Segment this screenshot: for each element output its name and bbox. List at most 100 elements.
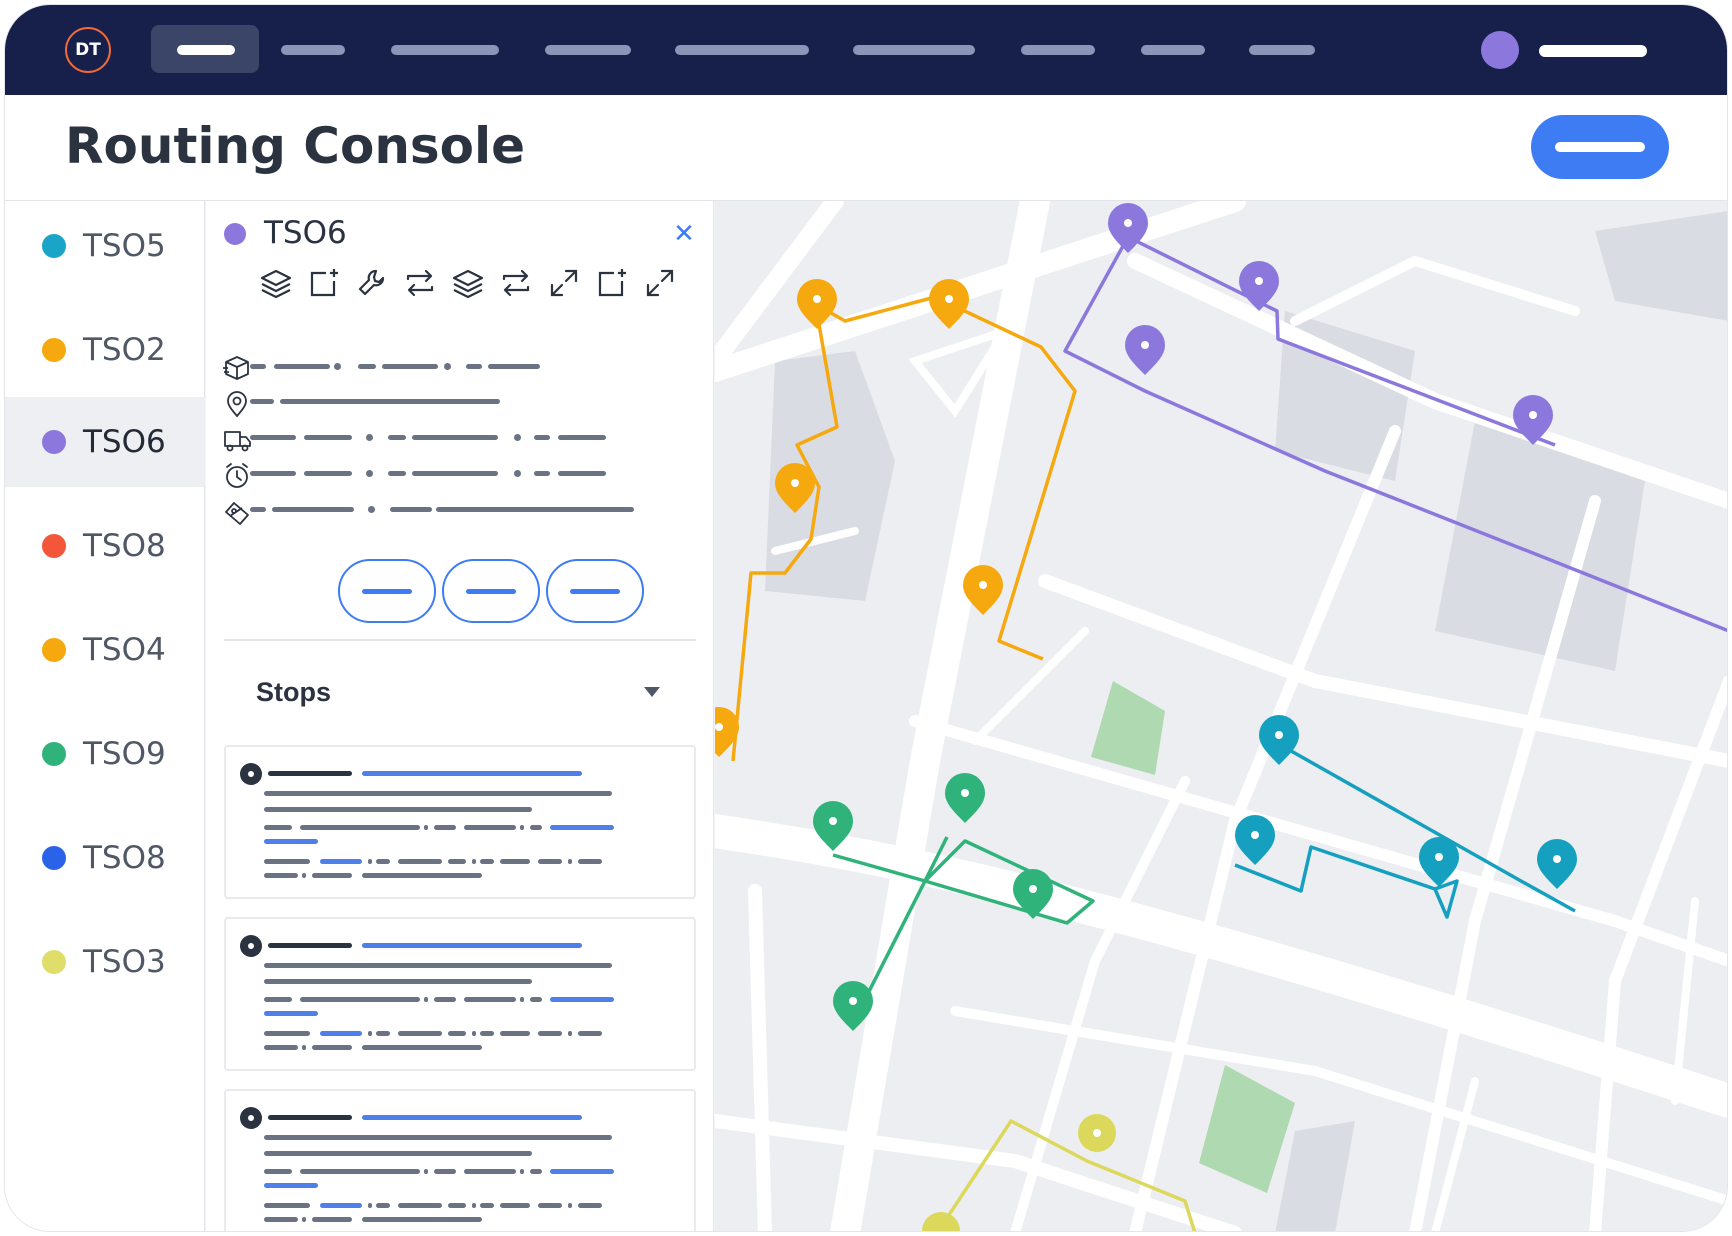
divider: [224, 639, 696, 641]
location-pin-icon: [227, 391, 247, 418]
nav-item-5[interactable]: [675, 45, 809, 55]
stop-link[interactable]: [550, 997, 614, 1002]
nav-item-8[interactable]: [1141, 45, 1205, 55]
layers-icon[interactable]: [450, 265, 486, 301]
layers-icon[interactable]: [258, 265, 294, 301]
brand-logo[interactable]: DT: [65, 27, 111, 73]
route-action-button-2[interactable]: [442, 559, 540, 623]
info-separator: [514, 434, 521, 441]
stop-text: [300, 1169, 420, 1174]
route-label: TSO6: [83, 424, 166, 460]
stop-separator: [368, 1203, 372, 1208]
route-item-tso2[interactable]: TSO2: [5, 305, 205, 395]
stop-link[interactable]: [362, 771, 582, 776]
nav-item-4[interactable]: [545, 45, 631, 55]
stop-link[interactable]: [320, 1031, 362, 1036]
stop-text: [362, 1045, 482, 1050]
route-label: TSO8: [83, 528, 166, 564]
route-item-tso8-b[interactable]: TSO8: [5, 813, 205, 903]
route-action-button-3[interactable]: [546, 559, 644, 623]
stop-separator: [424, 825, 428, 830]
stop-link[interactable]: [362, 943, 582, 948]
stop-text: [312, 873, 352, 878]
info-text: [250, 471, 296, 476]
nav-item-3[interactable]: [391, 45, 499, 55]
route-map[interactable]: [715, 201, 1728, 1232]
expand-icon[interactable]: [546, 265, 582, 301]
stop-text: [376, 1203, 390, 1208]
route-item-tso3[interactable]: TSO3: [5, 917, 205, 1007]
stop-text: [480, 1031, 494, 1036]
info-text: [534, 435, 550, 440]
stop-link[interactable]: [320, 1203, 362, 1208]
map-pin-icon[interactable]: [929, 279, 969, 329]
route-label: TSO2: [83, 332, 166, 368]
stop-link[interactable]: [264, 1183, 318, 1188]
stop-text: [300, 825, 420, 830]
route-action-button-1[interactable]: [338, 559, 436, 623]
stop-text: [500, 1031, 530, 1036]
stop-text: [264, 1151, 532, 1156]
stop-text: [434, 1169, 456, 1174]
stop-link[interactable]: [550, 825, 614, 830]
stop-link[interactable]: [264, 839, 318, 844]
top-nav-bar: DT: [5, 5, 1727, 95]
stop-card[interactable]: [224, 917, 696, 1071]
stop-text: [538, 1203, 562, 1208]
map-pin-icon[interactable]: [922, 1212, 960, 1232]
truck-icon: [224, 431, 251, 452]
info-text: [280, 399, 500, 404]
route-item-tso8[interactable]: TSO8: [5, 501, 205, 591]
map-pin-icon[interactable]: [1239, 261, 1279, 311]
route-item-tso5[interactable]: TSO5: [5, 201, 205, 291]
stops-section-label[interactable]: Stops: [256, 677, 331, 708]
stop-text: [578, 1203, 602, 1208]
stop-link[interactable]: [550, 1169, 614, 1174]
info-text: [272, 507, 354, 512]
wrench-icon[interactable]: [354, 265, 390, 301]
map-pin-icon[interactable]: [1537, 839, 1577, 889]
route-color-dot: [42, 950, 66, 974]
map-pin-icon[interactable]: [797, 279, 837, 329]
avatar[interactable]: [1481, 31, 1519, 69]
chevron-down-icon[interactable]: [644, 687, 660, 697]
info-separator: [368, 506, 375, 513]
info-separator: [366, 470, 373, 477]
primary-action-button[interactable]: [1531, 115, 1669, 179]
stop-text: [464, 997, 516, 1002]
map-canvas[interactable]: [715, 201, 1728, 1232]
add-frame-icon[interactable]: [594, 265, 630, 301]
stop-marker-icon: [240, 1107, 262, 1129]
nav-item-6[interactable]: [853, 45, 975, 55]
stop-separator: [520, 997, 524, 1002]
route-item-tso9[interactable]: TSO9: [5, 709, 205, 799]
info-text: [412, 435, 498, 440]
map-pin-icon[interactable]: [1235, 815, 1275, 865]
stop-card[interactable]: [224, 1089, 696, 1231]
info-text: [534, 471, 550, 476]
swap-icon[interactable]: [402, 265, 438, 301]
stop-card[interactable]: [224, 745, 696, 899]
user-name[interactable]: [1539, 45, 1647, 57]
stop-link[interactable]: [362, 1115, 582, 1120]
stop-text: [264, 1045, 298, 1050]
map-streets: [715, 201, 1727, 1231]
route-item-tso4[interactable]: TSO4: [5, 605, 205, 695]
swap-icon[interactable]: [498, 265, 534, 301]
map-pin-icon[interactable]: [1125, 325, 1165, 375]
stop-link[interactable]: [320, 859, 362, 864]
nav-item-2[interactable]: [281, 45, 345, 55]
stop-text: [362, 873, 482, 878]
expand-icon[interactable]: [642, 265, 678, 301]
nav-item-1[interactable]: [177, 45, 235, 55]
route-color-dot: [42, 234, 66, 258]
add-frame-icon[interactable]: [306, 265, 342, 301]
close-icon[interactable]: ✕: [668, 217, 700, 249]
map-pin-icon[interactable]: [945, 773, 985, 823]
stop-separator: [368, 859, 372, 864]
nav-item-7[interactable]: [1021, 45, 1095, 55]
stop-text: [264, 979, 532, 984]
nav-item-9[interactable]: [1249, 45, 1315, 55]
route-item-tso6[interactable]: TSO6: [5, 397, 205, 487]
stop-link[interactable]: [264, 1011, 318, 1016]
